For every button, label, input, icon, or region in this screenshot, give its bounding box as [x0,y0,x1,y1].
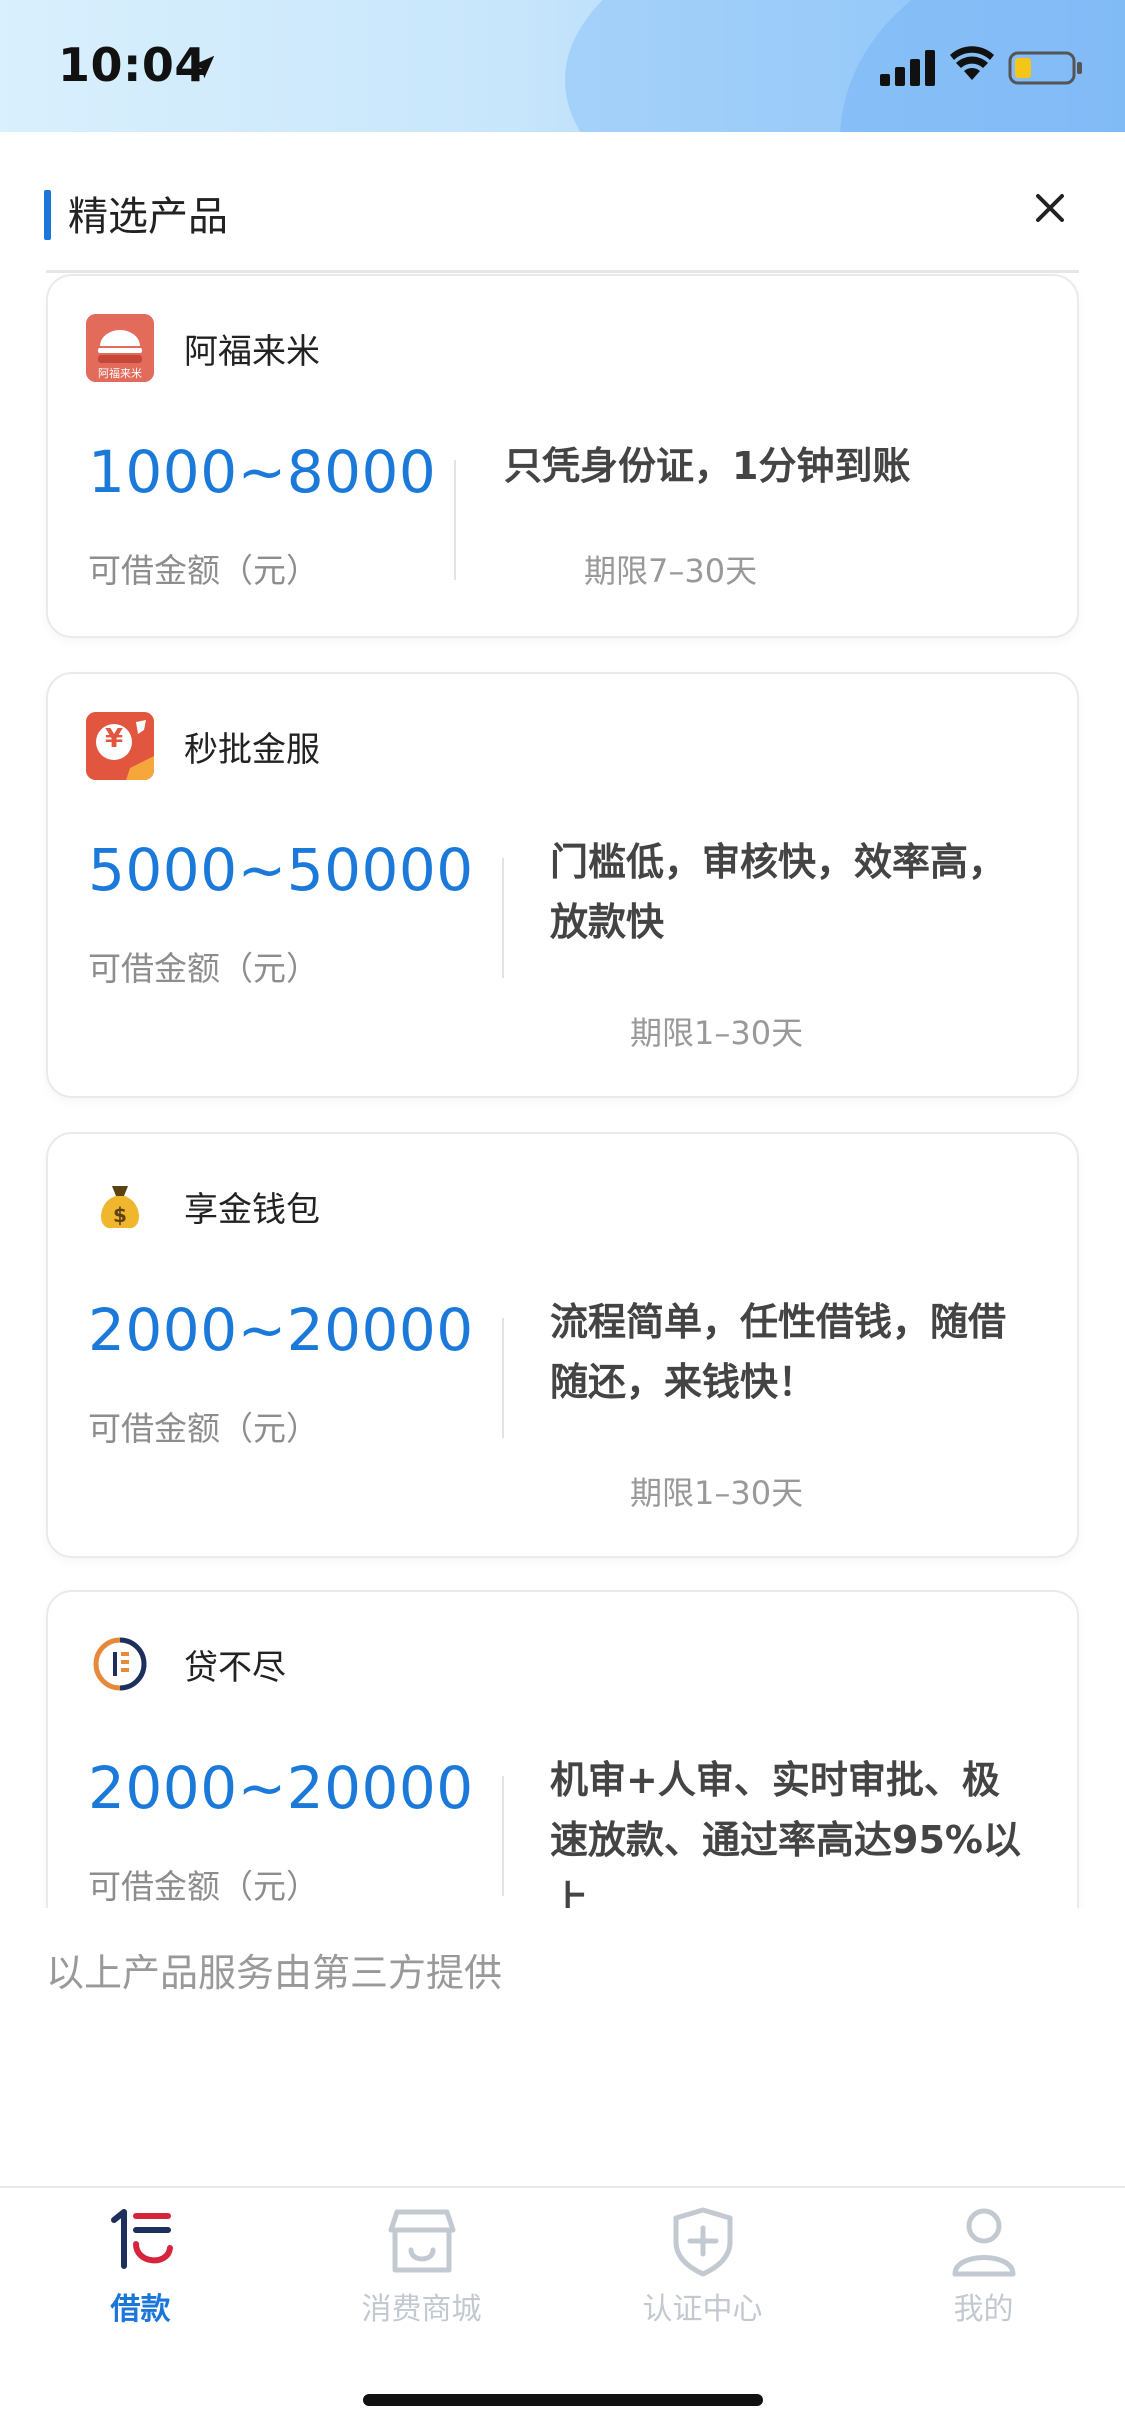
loan-term: 期限1–30天 [630,1014,804,1052]
store-icon [388,2209,456,2273]
tab-mine[interactable]: 我的 [843,2188,1124,2348]
title-accent-bar [44,190,51,240]
loan-amount-label: 可借金额（元） [88,949,319,988]
loan-amount: 2000~20000 [88,1754,474,1822]
product-description: 只凭身份证，1分钟到账 [504,436,1064,496]
divider [502,1776,504,1896]
product-list[interactable]: 阿福来米 阿福来米 1000~8000 可借金额（元） 只凭身份证，1分钟到账 … [0,272,1125,1908]
app-screen: 10:04 精选产品 阿福来米 阿福来米 1000~8000 可借金额（元） 只… [0,0,1125,2436]
svg-text:$: $ [113,1203,127,1227]
home-indicator[interactable] [363,2394,763,2406]
divider [454,460,456,580]
description-line: 只凭身份证，1分钟到账 [504,444,911,488]
tab-verification[interactable]: 认证中心 [562,2188,843,2348]
product-card[interactable]: 阿福来米 阿福来米 1000~8000 可借金额（元） 只凭身份证，1分钟到账 … [46,274,1079,638]
product-name: 享金钱包 [184,1190,320,1230]
loan-term: 期限7–30天 [584,552,758,590]
description-line: 放款快 [550,900,665,944]
product-name: 阿福来米 [184,332,320,372]
loan-amount: 1000~8000 [88,438,437,506]
description-line: 上 [550,1878,589,1908]
daibujin-logo-icon [93,1637,147,1691]
status-time: 10:04 [58,38,207,92]
product-logo-xiangjin: $ [86,1172,154,1240]
battery-icon [1008,51,1082,85]
logo-text: ¥ [104,724,124,754]
page-title: 精选产品 [68,194,228,240]
product-card[interactable]: 贷不尽 2000~20000 可借金额（元） 机审+人审、实时审批、极 速放款、… [46,1590,1079,1908]
description-line: 速放款、通过率高达95%以 [550,1818,1021,1862]
product-logo-daibujin [86,1630,154,1698]
product-description: 流程简单，任性借钱，随借 随还，来钱快！ [550,1292,1070,1412]
third-party-note: 以上产品服务由第三方提供 [46,1951,503,1995]
location-arrow-icon [191,55,215,79]
loan-amount-label: 可借金额（元） [88,551,319,590]
tab-label: 消费商城 [361,2292,482,2327]
tab-label: 我的 [953,2292,1014,2327]
user-icon [952,2208,1016,2277]
close-icon[interactable] [1030,188,1070,228]
loan-amount: 2000~20000 [88,1296,474,1364]
tab-borrow[interactable]: 借款 [0,2188,281,2348]
product-name: 贷不尽 [184,1648,286,1688]
cellular-signal-icon [880,50,935,86]
product-logo-miaopi: ¥ [86,712,154,780]
tab-store[interactable]: 消费商城 [281,2188,562,2348]
product-card[interactable]: ¥ 秒批金服 5000~50000 可借金额（元） 门槛低，审核快，效率高， 放… [46,672,1079,1098]
description-line: 门槛低，审核快，效率高， [550,840,1007,884]
borrow-icon [111,2209,173,2269]
shield-plus-icon [673,2207,733,2277]
description-line: 流程简单，任性借钱，随借 [550,1300,1007,1344]
loan-amount-label: 可借金额（元） [88,1867,319,1906]
header: 精选产品 [0,132,1125,273]
status-bar: 10:04 [0,0,1125,132]
tab-label: 借款 [110,2292,171,2327]
description-line: 随还，来钱快！ [550,1360,817,1404]
divider [502,858,504,978]
divider [502,1318,504,1438]
product-description: 门槛低，审核快，效率高， 放款快 [550,832,1070,952]
loan-term: 期限1–30天 [630,1474,804,1512]
loan-amount: 5000~50000 [88,836,474,904]
tab-label: 认证中心 [642,2292,763,2327]
description-line: 机审+人审、实时审批、极 [550,1758,1000,1802]
logo-text: 阿福来米 [98,367,142,380]
product-name: 秒批金服 [184,730,320,770]
wifi-icon [950,46,994,80]
money-bag-logo-icon: $ [101,1186,139,1228]
loan-amount-label: 可借金额（元） [88,1409,319,1448]
product-logo-afulaimi: 阿福来米 [86,314,154,382]
product-card[interactable]: $ 享金钱包 2000~20000 可借金额（元） 流程简单，任性借钱，随借 随… [46,1132,1079,1558]
product-description: 机审+人审、实时审批、极 速放款、通过率高达95%以 上 [550,1750,1070,1908]
